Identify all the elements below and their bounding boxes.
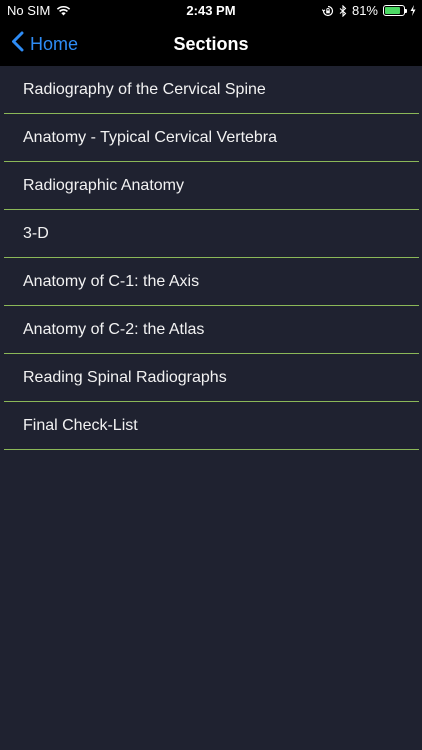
battery-percent: 81% [351,3,378,18]
list-item[interactable]: 3-D [4,210,419,258]
list-item[interactable]: Reading Spinal Radiographs [4,354,419,402]
bluetooth-icon [339,4,347,17]
list-item[interactable]: Anatomy of C-2: the Atlas [4,306,419,354]
list-item-label: Radiographic Anatomy [23,176,184,194]
navigation-bar: Home Sections [0,22,422,66]
list-item-label: Anatomy of C-1: the Axis [23,272,200,290]
list-item-label: Anatomy - Typical Cervical Vertebra [23,128,278,146]
list-item-label: Final Check-List [23,416,138,434]
list-item-label: 3-D [23,224,49,242]
list-item[interactable]: Radiography of the Cervical Spine [4,66,419,114]
list-item[interactable]: Radiographic Anatomy [4,162,419,210]
orientation-lock-icon [321,5,334,17]
list-item[interactable]: Final Check-List [4,402,419,450]
battery-icon [383,5,407,16]
status-right: 81% [321,3,416,18]
section-list: Radiography of the Cervical Spine Anatom… [0,66,422,450]
page-title: Sections [173,34,249,54]
battery-cap [405,9,407,13]
list-item[interactable]: Anatomy - Typical Cervical Vertebra [4,114,419,162]
list-item-label: Reading Spinal Radiographs [23,368,227,386]
list-item-label: Radiography of the Cervical Spine [23,80,266,98]
status-bar: No SIM 2:43 PM 81% [0,0,422,22]
battery-fill [385,7,400,14]
list-item[interactable]: Anatomy of C-1: the Axis [4,258,419,306]
list-item-label: Anatomy of C-2: the Atlas [23,320,205,338]
charging-bolt-icon [410,5,416,16]
